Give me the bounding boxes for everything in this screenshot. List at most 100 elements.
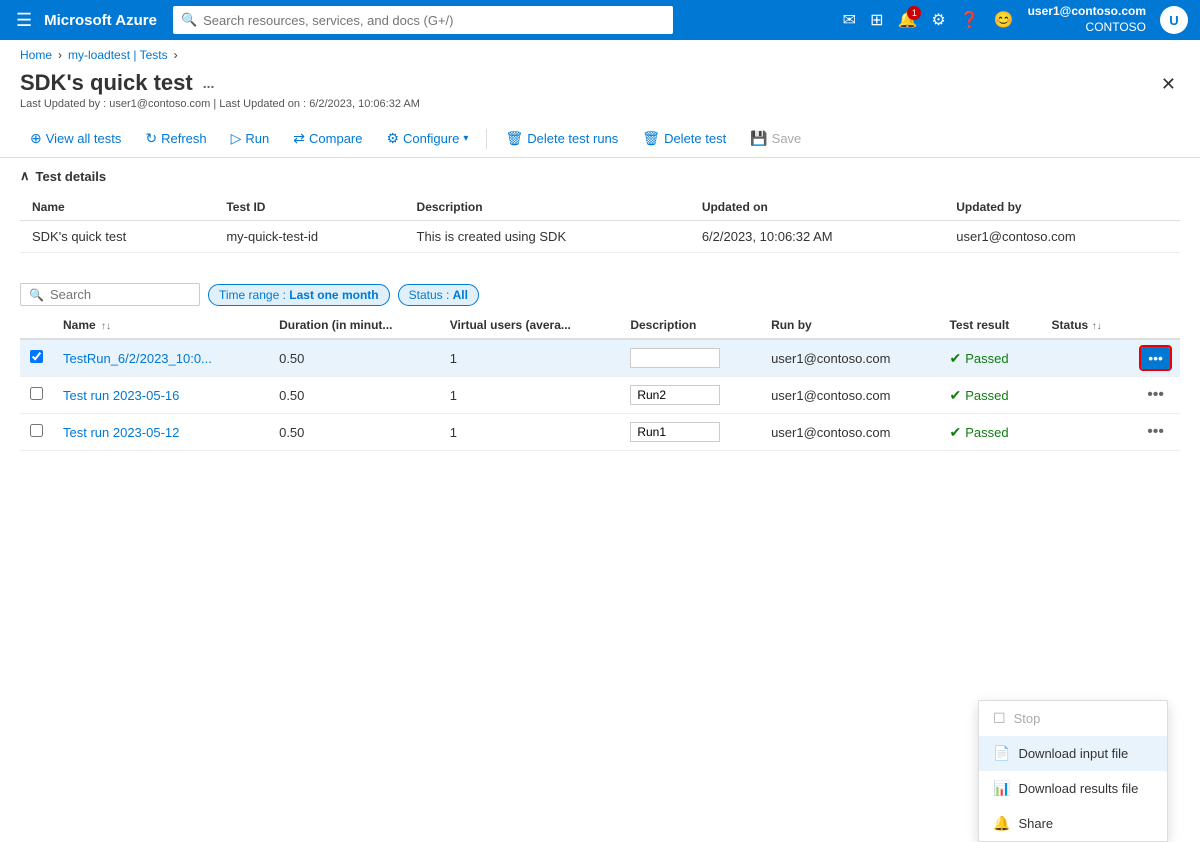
- download-results-icon: 📊: [993, 780, 1010, 797]
- runs-col-runby: Run by: [761, 312, 939, 339]
- row3-more-actions: •••: [1131, 414, 1180, 451]
- row1-name-link[interactable]: TestRun_6/2/2023_10:0...: [63, 351, 212, 366]
- run-button[interactable]: ▷ Run: [221, 126, 280, 151]
- row2-duration: 0.50: [269, 377, 440, 414]
- row3-runby: user1@contoso.com: [761, 414, 939, 451]
- ellipsis-menu[interactable]: ...: [203, 75, 215, 91]
- test-details-row: SDK's quick test my-quick-test-id This i…: [20, 221, 1180, 253]
- row2-testresult: ✔ Passed: [939, 377, 1041, 414]
- runs-col-description: Description: [620, 312, 761, 339]
- feedback-icon[interactable]: 😊: [994, 10, 1014, 30]
- context-menu-download-input[interactable]: 📄 Download input file: [979, 736, 1167, 771]
- portal-icon[interactable]: ⊞: [870, 10, 883, 30]
- top-navigation: ☰ Microsoft Azure 🔍 ✉ ⊞ 🔔 1 ⚙ ❓ 😊 user1@…: [0, 0, 1200, 40]
- delete-test-button[interactable]: 🗑 Delete test: [632, 126, 736, 151]
- settings-icon[interactable]: ⚙: [931, 10, 945, 30]
- row3-checkbox[interactable]: [30, 424, 43, 437]
- search-icon: 🔍: [29, 288, 44, 302]
- context-menu-download-results[interactable]: 📊 Download results file: [979, 771, 1167, 806]
- row3-desc-input[interactable]: [630, 422, 720, 442]
- runs-col-testresult: Test result: [939, 312, 1041, 339]
- detail-updatedon: 6/2/2023, 10:06:32 AM: [690, 221, 944, 253]
- nav-icons: ✉ ⊞ 🔔 1 ⚙ ❓ 😊 user1@contoso.com CONTOSO …: [843, 4, 1188, 35]
- row2-checkbox-cell: [20, 377, 53, 414]
- row2-description: [620, 377, 761, 414]
- row1-vusers: 1: [440, 339, 621, 377]
- context-menu-share[interactable]: 🔔 Share: [979, 806, 1167, 841]
- row3-checkbox-cell: [20, 414, 53, 451]
- row2-runby: user1@contoso.com: [761, 377, 939, 414]
- test-details-header[interactable]: ∧ Test details: [20, 168, 1180, 184]
- avatar[interactable]: U: [1160, 6, 1188, 34]
- compare-icon: ⇄: [293, 130, 305, 147]
- compare-button[interactable]: ⇄ Compare: [283, 126, 372, 151]
- page-title: SDK's quick test: [20, 70, 193, 96]
- breadcrumb-loadtest[interactable]: my-loadtest | Tests: [68, 48, 168, 62]
- search-wrap: 🔍: [20, 283, 200, 306]
- row1-status: [1042, 339, 1132, 377]
- col-testid: Test ID: [214, 194, 404, 221]
- row2-name-link[interactable]: Test run 2023-05-16: [63, 388, 179, 403]
- context-menu: ☐ Stop 📄 Download input file 📊 Download …: [978, 700, 1168, 842]
- runs-table: Name ↑↓ Duration (in minut... Virtual us…: [20, 312, 1180, 451]
- search-input[interactable]: [50, 287, 191, 302]
- detail-name: SDK's quick test: [20, 221, 214, 253]
- refresh-button[interactable]: ↻ Refresh: [135, 126, 216, 151]
- table-row: Test run 2023-05-12 0.50 1 user1@contoso…: [20, 414, 1180, 451]
- row2-desc-input[interactable]: [630, 385, 720, 405]
- save-icon: 💾: [750, 130, 767, 147]
- row3-vusers: 1: [440, 414, 621, 451]
- passed-icon: ✔: [949, 387, 961, 404]
- user-info: user1@contoso.com CONTOSO: [1028, 4, 1146, 35]
- row1-runby: user1@contoso.com: [761, 339, 939, 377]
- delete-runs-icon: 🗑: [505, 130, 523, 147]
- collapse-icon: ∧: [20, 168, 30, 184]
- breadcrumb-home[interactable]: Home: [20, 48, 52, 62]
- test-details-section: ∧ Test details Name Test ID Description …: [0, 158, 1200, 273]
- row2-name: Test run 2023-05-16: [53, 377, 269, 414]
- help-icon[interactable]: ❓: [960, 10, 980, 30]
- stop-icon: ☐: [993, 710, 1006, 727]
- test-details-table: Name Test ID Description Updated on Upda…: [20, 194, 1180, 253]
- row1-name: TestRun_6/2/2023_10:0...: [53, 339, 269, 377]
- row1-more-actions: •••: [1131, 339, 1180, 377]
- row1-description: [620, 339, 761, 377]
- col-description: Description: [405, 194, 690, 221]
- row1-more-button[interactable]: •••: [1141, 347, 1170, 369]
- row1-desc-input[interactable]: [630, 348, 720, 368]
- notifications-icon[interactable]: 🔔 1: [897, 10, 917, 30]
- row1-duration: 0.50: [269, 339, 440, 377]
- notification-badge: 1: [907, 6, 921, 20]
- delete-runs-button[interactable]: 🗑 Delete test runs: [495, 126, 628, 151]
- row2-vusers: 1: [440, 377, 621, 414]
- configure-icon: ⚙: [386, 130, 399, 147]
- close-button[interactable]: ✕: [1157, 70, 1180, 99]
- row3-status: [1042, 414, 1132, 451]
- row2-more-button[interactable]: •••: [1141, 384, 1170, 406]
- status-filter[interactable]: Status : All: [398, 284, 479, 306]
- time-range-filter[interactable]: Time range : Last one month: [208, 284, 390, 306]
- download-input-icon: 📄: [993, 745, 1010, 762]
- email-icon[interactable]: ✉: [843, 10, 856, 30]
- row3-description: [620, 414, 761, 451]
- hamburger-menu[interactable]: ☰: [12, 6, 36, 35]
- context-menu-stop[interactable]: ☐ Stop: [979, 701, 1167, 736]
- table-row: Test run 2023-05-16 0.50 1 user1@contoso…: [20, 377, 1180, 414]
- global-search-input[interactable]: [203, 13, 665, 28]
- runs-col-status: Status ↑↓: [1042, 312, 1132, 339]
- save-button[interactable]: 💾 Save: [740, 126, 811, 151]
- delete-test-icon: 🗑: [642, 130, 660, 147]
- row1-checkbox[interactable]: [30, 350, 43, 363]
- row3-more-button[interactable]: •••: [1141, 421, 1170, 443]
- row3-testresult: ✔ Passed: [939, 414, 1041, 451]
- detail-description: This is created using SDK: [405, 221, 690, 253]
- name-sort-icon[interactable]: ↑↓: [101, 321, 111, 332]
- select-all-header: [20, 312, 53, 339]
- status-sort-icon[interactable]: ↑↓: [1092, 321, 1102, 332]
- row3-name: Test run 2023-05-12: [53, 414, 269, 451]
- row3-name-link[interactable]: Test run 2023-05-12: [63, 425, 179, 440]
- view-all-tests-button[interactable]: ⊕ View all tests: [20, 126, 131, 151]
- row2-checkbox[interactable]: [30, 387, 43, 400]
- row3-duration: 0.50: [269, 414, 440, 451]
- configure-button[interactable]: ⚙ Configure ▾: [376, 126, 478, 151]
